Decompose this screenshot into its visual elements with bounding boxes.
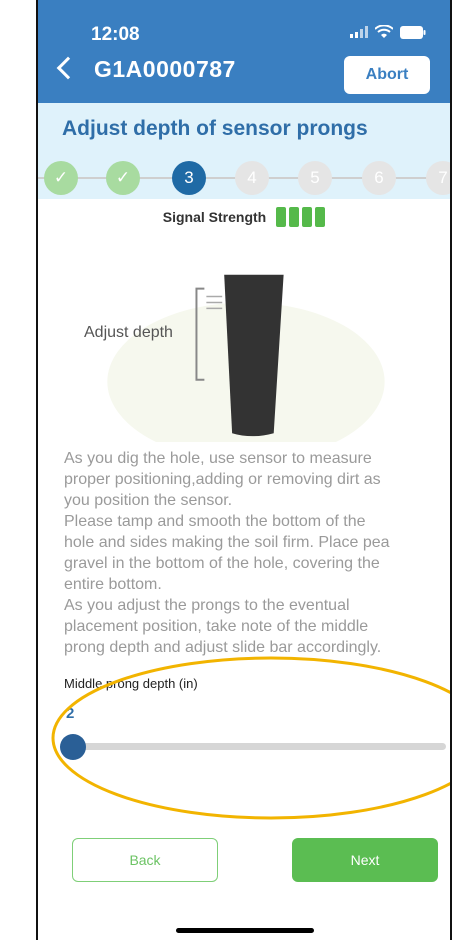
device-id-title: G1A0000787 — [94, 56, 236, 82]
step-4: 4 — [235, 161, 269, 195]
signal-strength: Signal Strength — [38, 207, 450, 227]
depth-slider-thumb[interactable] — [60, 734, 86, 760]
home-indicator[interactable] — [176, 928, 314, 933]
cellular-signal-icon — [350, 26, 368, 38]
signal-bars-icon — [276, 207, 326, 227]
instructions-text: As you dig the hole, use sensor to measu… — [64, 450, 390, 656]
step-6: 6 — [362, 161, 396, 195]
step-5: 5 — [298, 161, 332, 195]
sensor-probe — [224, 274, 284, 437]
slider-label: Middle prong depth (in) — [64, 676, 198, 691]
slider-value: 2 — [66, 705, 75, 722]
battery-icon — [400, 25, 426, 39]
next-button[interactable]: Next — [292, 838, 438, 882]
step-3: 3 — [172, 161, 206, 195]
signal-bar — [315, 207, 326, 227]
signal-bar — [302, 207, 313, 227]
step-title: Adjust depth of sensor prongs — [62, 117, 368, 140]
step-2: ✓ — [106, 161, 140, 195]
app-header: 12:08 G1A0000787 Abort — [38, 0, 450, 103]
abort-button[interactable]: Abort — [344, 56, 430, 94]
signal-bar — [289, 207, 300, 227]
status-icons — [350, 25, 426, 39]
step-1: ✓ — [44, 161, 78, 195]
signal-strength-label: Signal Strength — [162, 209, 267, 225]
step-7: 7 — [426, 161, 450, 195]
adjust-depth-label: Adjust depth — [84, 324, 173, 341]
back-chevron-icon[interactable] — [56, 56, 80, 80]
status-time: 12:08 — [91, 24, 140, 45]
wifi-icon — [375, 25, 393, 38]
phone-screen: 12:08 G1A0000787 Abort Adjust depth of s… — [36, 0, 452, 940]
signal-bar — [276, 207, 287, 227]
depth-slider-track[interactable] — [74, 743, 446, 750]
back-button[interactable]: Back — [72, 838, 218, 882]
sensor-illustration — [107, 274, 385, 442]
